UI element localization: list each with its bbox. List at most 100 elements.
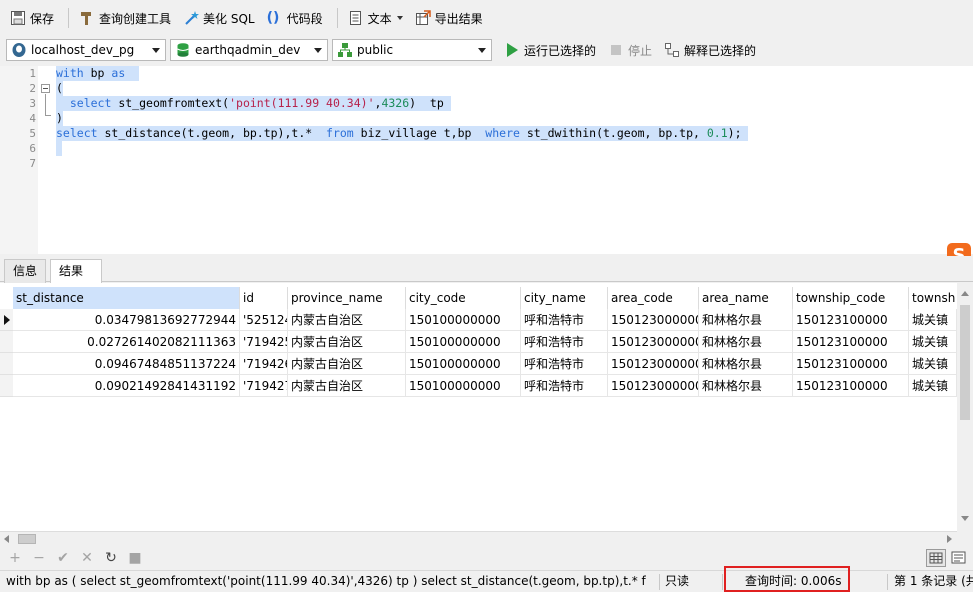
cell-city-name[interactable]: 呼和浩特市 xyxy=(521,309,608,331)
sql-editor[interactable]: 1 2 3 4 5 6 7 with bp as ( select st_geo… xyxy=(0,66,973,254)
column-header-area-code[interactable]: area_code xyxy=(608,287,699,309)
cell-area-code[interactable]: 150123000000 xyxy=(608,331,699,353)
add-record-icon[interactable]: + xyxy=(6,549,24,567)
cell-id[interactable]: '719427 xyxy=(240,375,288,397)
cell-city-name[interactable]: 呼和浩特市 xyxy=(521,375,608,397)
code-line-2: ( xyxy=(56,81,63,96)
scroll-right-arrow-icon[interactable] xyxy=(947,535,952,543)
cell-township[interactable]: 城关镇 xyxy=(909,309,957,331)
status-bar: with bp as ( select st_geomfromtext('poi… xyxy=(0,566,973,592)
cell-township-code[interactable]: 150123100000 xyxy=(793,309,909,331)
save-button[interactable]: 保存 xyxy=(6,6,58,30)
save-icon xyxy=(10,10,26,26)
cell-area-name[interactable]: 和林格尔县 xyxy=(699,309,793,331)
beautify-sql-button[interactable]: 美化 SQL xyxy=(179,6,259,30)
cell-province-name[interactable]: 内蒙古自治区 xyxy=(288,353,406,375)
cell-township-code[interactable]: 150123100000 xyxy=(793,331,909,353)
current-row-arrow-icon xyxy=(4,315,10,325)
connection-toolbar: localhost_dev_pg earthqadmin_dev public … xyxy=(0,36,973,64)
horizontal-scrollbar[interactable] xyxy=(0,531,957,545)
refresh-icon[interactable]: ↻ xyxy=(102,549,120,567)
fold-toggle-icon[interactable] xyxy=(41,84,50,93)
code-snippet-button[interactable]: () 代码段 xyxy=(263,6,327,30)
cell-city-name[interactable]: 呼和浩特市 xyxy=(521,331,608,353)
navicat-query-window: 保存 查询创建工具 美化 SQL () 代码段 文本 导出结果 localhos… xyxy=(0,0,973,592)
stop-button[interactable]: 停止 xyxy=(604,38,656,62)
vertical-scrollbar[interactable] xyxy=(957,283,973,531)
result-grid[interactable]: st_distance id province_name city_code c… xyxy=(0,283,957,531)
column-header-city-code[interactable]: city_code xyxy=(406,287,521,309)
cell-province-name[interactable]: 内蒙古自治区 xyxy=(288,309,406,331)
row-indicator[interactable] xyxy=(0,353,13,375)
column-header-city-name[interactable]: city_name xyxy=(521,287,608,309)
cell-city-code[interactable]: 150100000000 xyxy=(406,331,521,353)
cell-area-name[interactable]: 和林格尔县 xyxy=(699,353,793,375)
column-header-township-code[interactable]: township_code xyxy=(793,287,909,309)
cell-township-code[interactable]: 150123100000 xyxy=(793,353,909,375)
row-indicator[interactable] xyxy=(0,309,13,331)
query-builder-button[interactable]: 查询创建工具 xyxy=(75,6,175,30)
cell-city-name[interactable]: 呼和浩特市 xyxy=(521,353,608,375)
cell-area-name[interactable]: 和林格尔县 xyxy=(699,331,793,353)
run-selected-button[interactable]: 运行已选择的 xyxy=(500,38,600,62)
stop-icon[interactable]: ■ xyxy=(126,549,144,567)
cell-area-code[interactable]: 150123000000 xyxy=(608,309,699,331)
text-menu-button[interactable]: 文本 xyxy=(344,6,407,30)
cell-city-code[interactable]: 150100000000 xyxy=(406,309,521,331)
cell-id[interactable]: '719426 xyxy=(240,353,288,375)
document-icon xyxy=(348,10,364,26)
tab-result-1[interactable]: 结果 1 xyxy=(50,259,102,300)
column-header-province-name[interactable]: province_name xyxy=(288,287,406,309)
cell-st-distance[interactable]: 0.09021492841431192 xyxy=(13,375,240,397)
horizontal-scroll-thumb[interactable] xyxy=(18,534,36,544)
cell-area-code[interactable]: 150123000000 xyxy=(608,375,699,397)
column-header-st-distance[interactable]: st_distance xyxy=(13,287,240,309)
cell-st-distance[interactable]: 0.027261402082111363 xyxy=(13,331,240,353)
scroll-up-arrow-icon[interactable] xyxy=(961,291,969,296)
column-header-area-name[interactable]: area_name xyxy=(699,287,793,309)
fold-guide xyxy=(45,115,51,116)
query-time-highlight-box xyxy=(724,566,850,592)
status-readonly: 只读 xyxy=(665,574,690,588)
cell-st-distance[interactable]: 0.03479813692772944 xyxy=(13,309,240,331)
delete-record-icon[interactable]: − xyxy=(30,549,48,567)
scroll-left-arrow-icon[interactable] xyxy=(4,535,9,543)
cell-area-code[interactable]: 150123000000 xyxy=(608,353,699,375)
cell-township[interactable]: 城关镇 xyxy=(909,353,957,375)
column-header-township[interactable]: townsh xyxy=(909,287,957,309)
cell-township-code[interactable]: 150123100000 xyxy=(793,375,909,397)
cell-township[interactable]: 城关镇 xyxy=(909,375,957,397)
status-divider xyxy=(659,574,660,590)
postgresql-icon xyxy=(11,42,27,58)
scroll-down-arrow-icon[interactable] xyxy=(961,516,969,521)
chevron-down-icon xyxy=(478,48,486,53)
toolbar-divider xyxy=(68,8,70,28)
cell-province-name[interactable]: 内蒙古自治区 xyxy=(288,375,406,397)
column-header-id[interactable]: id xyxy=(240,287,288,309)
line-number: 7 xyxy=(29,157,36,170)
row-indicator[interactable] xyxy=(0,331,13,353)
cell-id[interactable]: '525124 xyxy=(240,309,288,331)
cell-city-code[interactable]: 150100000000 xyxy=(406,353,521,375)
cell-area-name[interactable]: 和林格尔县 xyxy=(699,375,793,397)
discard-changes-icon[interactable]: ✕ xyxy=(78,549,96,567)
vertical-scroll-thumb[interactable] xyxy=(960,305,970,420)
cell-township[interactable]: 城关镇 xyxy=(909,331,957,353)
stop-icon xyxy=(608,42,624,58)
cell-id[interactable]: '719425 xyxy=(240,331,288,353)
tab-info[interactable]: 信息 xyxy=(4,259,46,283)
line-number: 2 xyxy=(29,82,36,95)
cell-st-distance[interactable]: 0.09467484851137224 xyxy=(13,353,240,375)
schema-select[interactable]: public xyxy=(332,39,492,61)
row-indicator[interactable] xyxy=(0,375,13,397)
form-view-icon[interactable] xyxy=(950,550,968,566)
database-icon xyxy=(175,42,191,58)
explain-selected-button[interactable]: 解释已选择的 xyxy=(660,38,760,62)
cell-city-code[interactable]: 150100000000 xyxy=(406,375,521,397)
connection-select[interactable]: localhost_dev_pg xyxy=(6,39,166,61)
cell-province-name[interactable]: 内蒙古自治区 xyxy=(288,331,406,353)
grid-view-icon[interactable] xyxy=(926,549,946,567)
export-results-button[interactable]: 导出结果 xyxy=(411,6,487,30)
apply-changes-icon[interactable]: ✔ xyxy=(54,549,72,567)
database-select[interactable]: earthqadmin_dev xyxy=(170,39,328,61)
